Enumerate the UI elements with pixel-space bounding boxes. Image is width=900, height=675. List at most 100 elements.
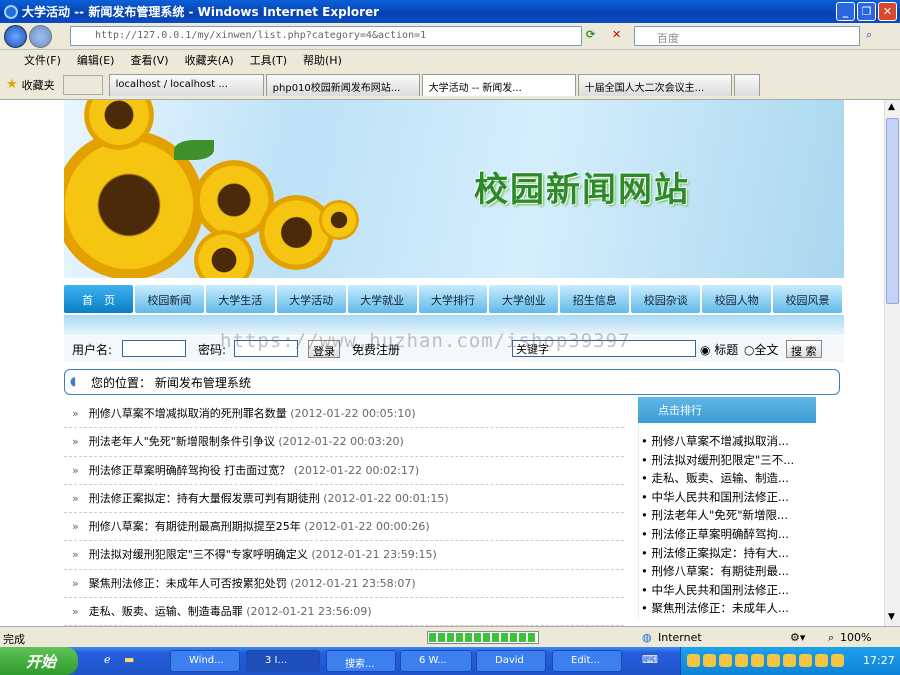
tray-icon[interactable] <box>799 654 812 667</box>
ranking-item[interactable]: • 聚焦刑法修正：未成年人... <box>639 600 816 619</box>
news-title[interactable]: 刑法修正案拟定：持有大量假发票可判有期徒刑 <box>89 492 320 505</box>
nav-admissions[interactable]: 招生信息 <box>560 285 630 313</box>
username-input[interactable] <box>122 340 186 357</box>
zone-label: Internet <box>658 631 702 644</box>
refresh-icon[interactable]: ⟳ <box>586 28 595 41</box>
task-explorer[interactable]: 6 W... <box>400 650 472 672</box>
nav-campus-news[interactable]: 校园新闻 <box>134 285 204 313</box>
tray-icon[interactable] <box>783 654 796 667</box>
ranking-item[interactable]: • 走私、贩卖、运输、制造... <box>639 470 816 489</box>
close-button[interactable]: ✕ <box>878 2 897 21</box>
task-david[interactable]: David <box>476 650 546 672</box>
tray-icon[interactable] <box>719 654 732 667</box>
ranking-item[interactable]: • 刑法修正草案明确醉驾拘... <box>639 526 816 545</box>
scroll-up-icon[interactable]: ▲ <box>888 102 895 112</box>
forward-button[interactable] <box>29 25 52 48</box>
radio-fulltext[interactable]: ○全文 <box>744 341 779 358</box>
folder-quicklaunch-icon[interactable]: ▬ <box>124 653 134 666</box>
news-row[interactable]: » 刑法拟对缓刑犯限定"三不得"专家呼明确定义 (2012-01-21 23:59… <box>64 541 624 570</box>
new-tab-button[interactable] <box>733 73 760 96</box>
ranking-item[interactable]: • 刑法拟对缓刑犯限定"三不... <box>639 452 816 471</box>
back-button[interactable] <box>4 25 27 48</box>
nav-scenery[interactable]: 校园风景 <box>773 285 842 313</box>
task-search[interactable]: 搜索... <box>326 650 396 672</box>
news-date: (2012-01-21 23:56:09) <box>246 605 372 619</box>
tray-icon[interactable] <box>815 654 828 667</box>
username-label: 用户名: <box>72 343 113 357</box>
tab-php010[interactable]: php010校园新闻发布网站... <box>265 73 420 96</box>
nav-people[interactable]: 校园人物 <box>702 285 772 313</box>
news-title[interactable]: 聚焦刑法修正：未成年人可否按累犯处罚 <box>89 577 287 590</box>
menu-help[interactable]: 帮助(H) <box>295 52 350 68</box>
address-input[interactable]: http://127.0.0.1/my/xinwen/list.php?cate… <box>70 26 582 46</box>
tray-icon[interactable] <box>831 654 844 667</box>
tab-localhost[interactable]: localhost / localhost ... <box>108 73 264 96</box>
scroll-thumb[interactable] <box>886 118 899 304</box>
menu-tools[interactable]: 工具(T) <box>242 52 295 68</box>
news-row[interactable]: » 刑修八草案不增减拟取消的死刑罪名数量 (2012-01-22 00:05:10… <box>64 400 624 429</box>
zoom-icon[interactable]: ⌕ <box>828 631 834 645</box>
search-icon[interactable]: ⌕ <box>866 28 872 42</box>
news-title[interactable]: 刑修八草案：有期徒刑最高刑期拟提至25年 <box>89 520 301 533</box>
nav-college-life[interactable]: 大学生活 <box>205 285 275 313</box>
nav-employment[interactable]: 大学就业 <box>347 285 417 313</box>
scroll-down-icon[interactable]: ▼ <box>888 612 895 622</box>
ranking-item[interactable]: • 刑法老年人"免死"新增限... <box>639 507 816 526</box>
ranking-item[interactable]: • 刑修八草案不增减拟取消... <box>639 433 816 452</box>
task-ie[interactable]: 3 I... <box>246 650 320 672</box>
search-input[interactable]: 百度 <box>634 26 860 46</box>
ranking-item-label: 刑法修正草案明确醉驾拘... <box>651 526 789 541</box>
tray-icon[interactable] <box>767 654 780 667</box>
stop-icon[interactable]: ✕ <box>612 28 621 41</box>
news-row[interactable]: » 聚焦刑法修正：未成年人可否按累犯处罚 (2012-01-21 23:58:07… <box>64 570 624 599</box>
news-title[interactable]: 走私、贩卖、运输、制造毒品罪 <box>89 605 243 618</box>
keyboard-icon[interactable]: ⌨ <box>642 653 658 666</box>
menu-view[interactable]: 查看(V) <box>122 52 176 68</box>
news-row[interactable]: » 走私、贩卖、运输、制造毒品罪 (2012-01-21 23:56:09) <box>64 598 624 626</box>
task-edit[interactable]: Edit... <box>552 650 622 672</box>
search-button[interactable]: 搜 索 <box>786 340 822 358</box>
tray-icon[interactable] <box>735 654 748 667</box>
nav-college-activities[interactable]: 大学活动 <box>276 285 346 313</box>
globe-icon: ◍ <box>642 631 652 644</box>
ranking-item[interactable]: • 中华人民共和国刑法修正... <box>639 489 816 508</box>
news-row[interactable]: » 刑修八草案：有期徒刑最高刑期拟提至25年 (2012-01-22 00:00:… <box>64 513 624 542</box>
news-row[interactable]: » 刑法修正案拟定：持有大量假发票可判有期徒刑 (2012-01-22 00:01… <box>64 485 624 514</box>
zoom-level[interactable]: 100% <box>840 631 871 644</box>
nav-home[interactable]: 首 页 <box>64 285 133 313</box>
news-date: (2012-01-22 00:03:20) <box>278 435 404 449</box>
start-button[interactable]: 开始 <box>0 647 78 675</box>
tab-npc[interactable]: 十届全国人大二次会议主... <box>577 73 732 96</box>
news-row[interactable]: » 刑法修正草案明确醉驾拘役 打击面过宽？ (2012-01-22 00:02:1… <box>64 457 624 485</box>
menu-edit[interactable]: 编辑(E) <box>69 52 123 68</box>
menu-favorites[interactable]: 收藏夹(A) <box>177 52 242 68</box>
nav-miscellany[interactable]: 校园杂谈 <box>631 285 701 313</box>
tray-icon[interactable] <box>751 654 764 667</box>
nav-ranking[interactable]: 大学排行 <box>418 285 488 313</box>
maximize-button[interactable]: ❐ <box>857 2 876 21</box>
tray-icon[interactable] <box>687 654 700 667</box>
news-title[interactable]: 刑法老年人"免死"新增限制条件引争议 <box>89 435 275 448</box>
minimize-button[interactable]: _ <box>836 2 855 21</box>
arrow-icon: » <box>72 463 79 477</box>
ranking-panel: 点击排行 • 刑修八草案不增减拟取消... • 刑法拟对缓刑犯限定"三不... … <box>638 397 816 619</box>
ie-quicklaunch-icon[interactable]: ℯ <box>104 653 111 666</box>
tab-active[interactable]: 大学活动 -- 新闻发... <box>421 73 576 96</box>
ranking-item[interactable]: • 刑法修正案拟定：持有大... <box>639 545 816 564</box>
radio-title[interactable]: ◉ 标题 <box>700 341 738 358</box>
menu-file[interactable]: 文件(F) <box>16 52 69 68</box>
news-title[interactable]: 刑法修正草案明确醉驾拘役 打击面过宽？ <box>89 464 291 477</box>
task-wind[interactable]: Wind... <box>170 650 240 672</box>
tray-icon[interactable] <box>703 654 716 667</box>
news-row[interactable]: » 刑法老年人"免死"新增限制条件引争议 (2012-01-22 00:03:20… <box>64 428 624 457</box>
nav-startup[interactable]: 大学创业 <box>489 285 559 313</box>
vertical-scrollbar[interactable]: ▲ ▼ <box>884 100 900 626</box>
ranking-item[interactable]: • 刑修八草案：有期徒刑最... <box>639 563 816 582</box>
news-title[interactable]: 刑法拟对缓刑犯限定"三不得"专家呼明确定义 <box>89 548 308 561</box>
news-title[interactable]: 刑修八草案不增减拟取消的死刑罪名数量 <box>89 407 287 420</box>
favorites-button[interactable]: ★ 收藏夹 <box>0 77 63 93</box>
protected-mode-icon[interactable]: ⚙▾ <box>790 631 805 644</box>
quick-tabs-icon[interactable] <box>62 74 103 95</box>
clock[interactable]: 17:27 <box>863 654 895 667</box>
ranking-item[interactable]: • 中华人民共和国刑法修正... <box>639 582 816 601</box>
